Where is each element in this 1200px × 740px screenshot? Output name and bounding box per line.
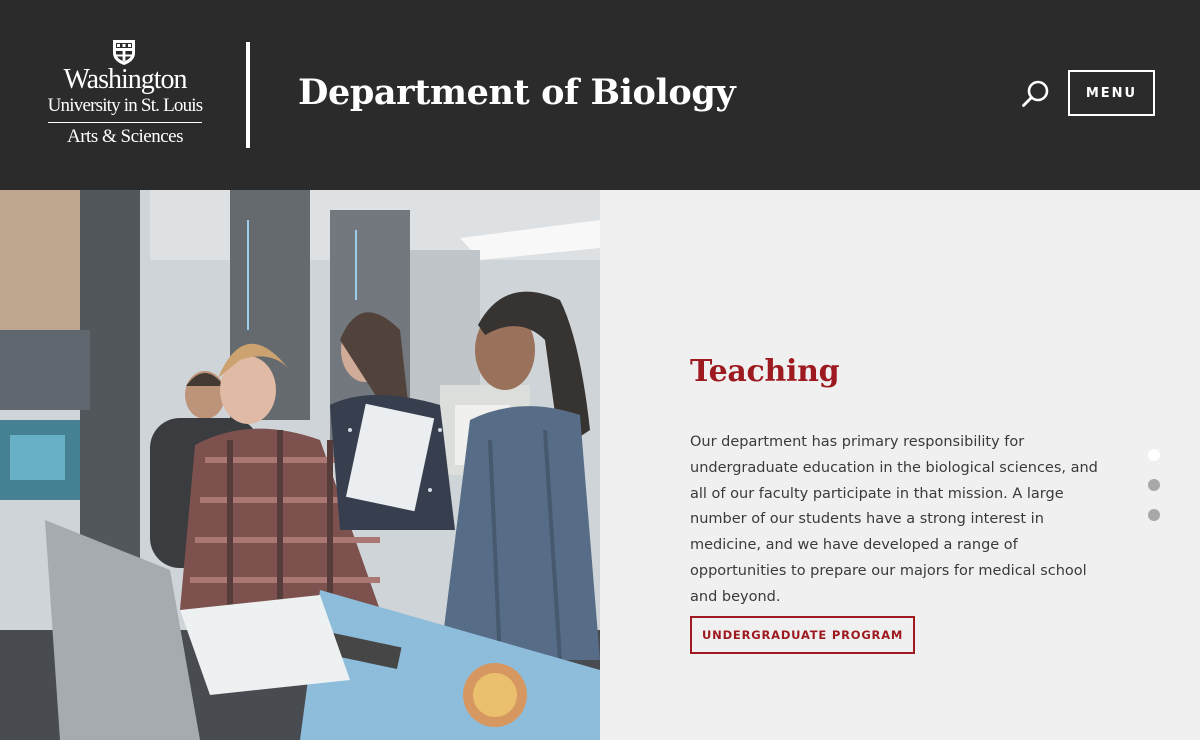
logo-washington: Washington <box>63 64 187 95</box>
carousel-dot-3[interactable] <box>1148 509 1160 521</box>
carousel-dot-1[interactable] <box>1148 449 1160 461</box>
site-title[interactable]: Department of Biology <box>298 68 736 118</box>
carousel-dot-2[interactable] <box>1148 479 1160 491</box>
site-header: Washington University in St. Louis Arts … <box>0 0 1200 190</box>
university-logo[interactable]: Washington University in St. Louis Arts … <box>44 38 206 150</box>
undergraduate-program-button[interactable]: UNDERGRADUATE PROGRAM <box>690 616 916 654</box>
search-button[interactable] <box>1018 76 1054 112</box>
logo-university: University in St. Louis <box>47 95 204 116</box>
section-heading: Teaching <box>690 354 840 389</box>
lab-students-photo <box>0 190 600 740</box>
section-body: Our department has primary responsibilit… <box>690 434 1098 605</box>
logo-arts-sciences: Arts & Sciences <box>67 126 183 147</box>
search-icon <box>1022 80 1049 107</box>
logo-rule <box>48 122 202 123</box>
hero-image <box>0 190 600 740</box>
header-divider <box>246 42 250 148</box>
shield-icon <box>113 40 135 65</box>
menu-button[interactable]: MENU <box>1068 70 1155 116</box>
hero-panel: Teaching Our department has primary resp… <box>600 190 1200 740</box>
